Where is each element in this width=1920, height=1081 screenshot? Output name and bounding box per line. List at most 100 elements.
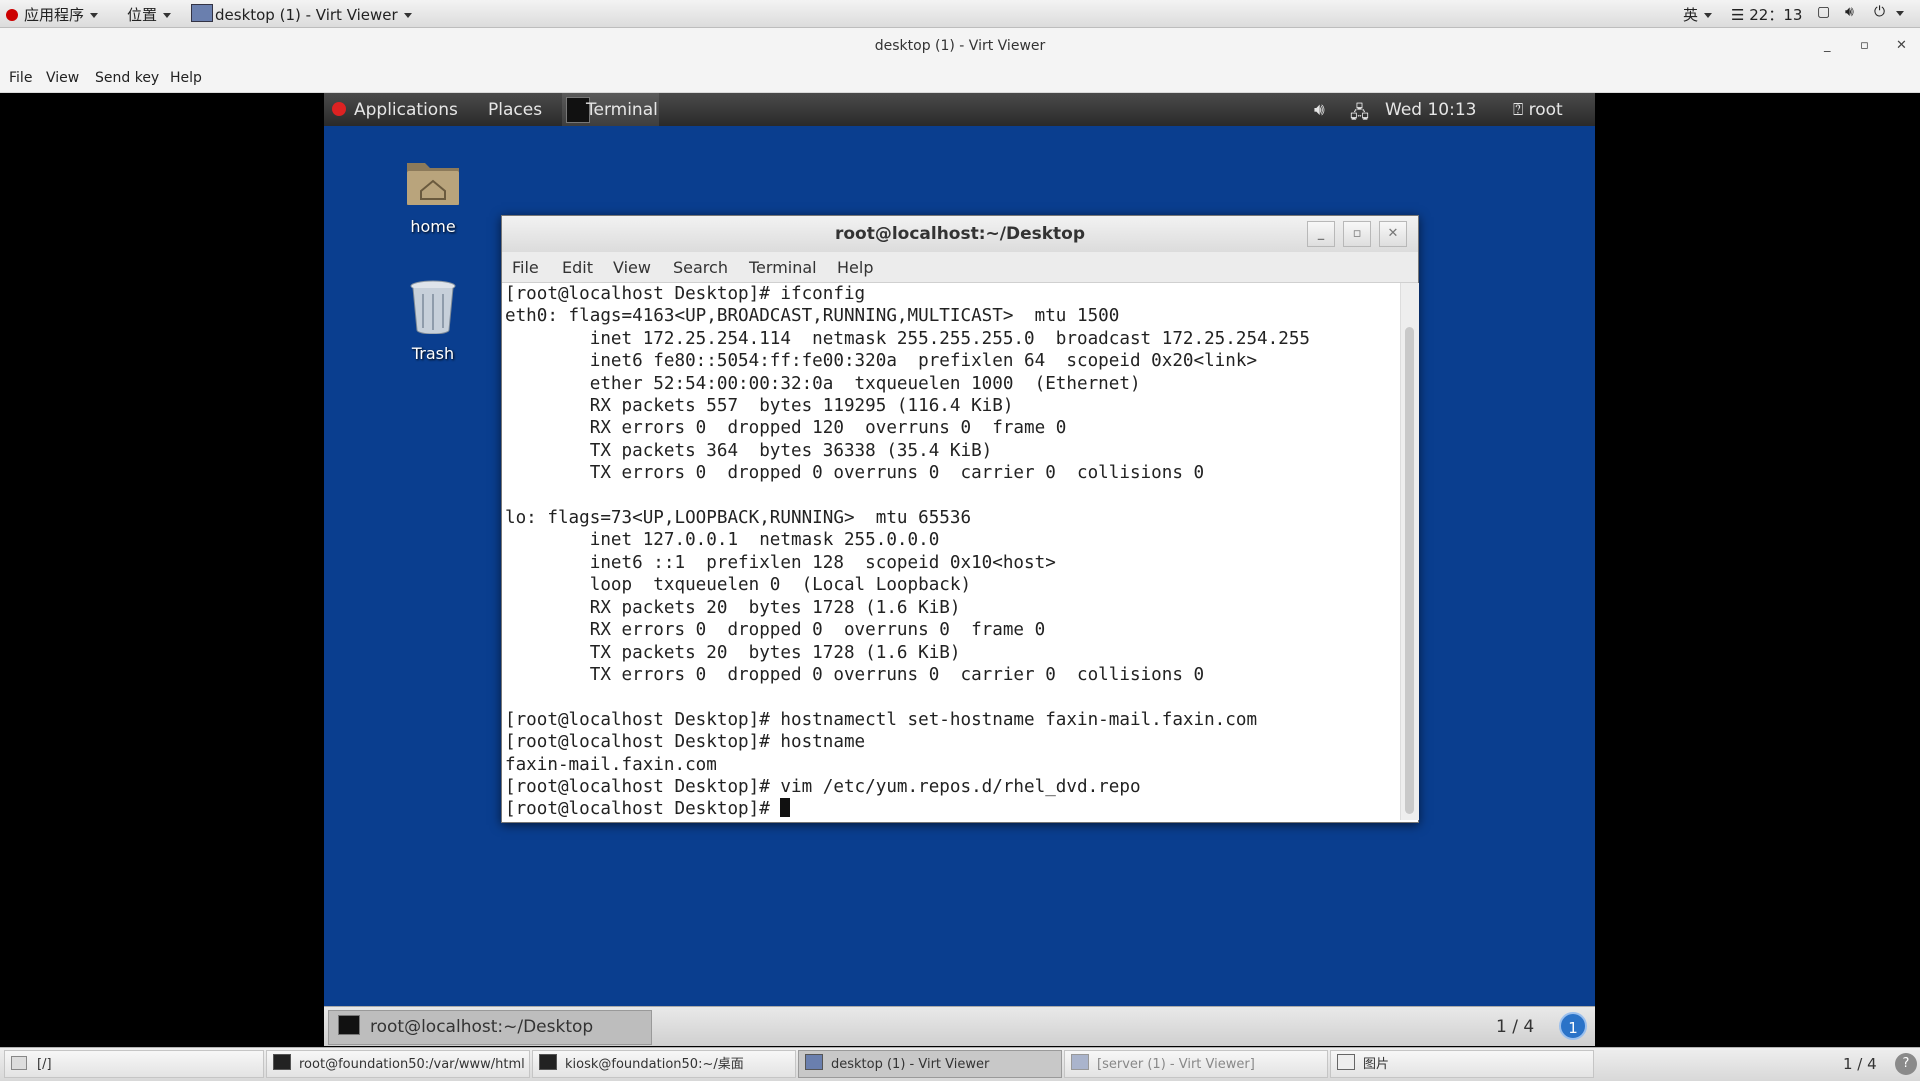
guest-window-list-item[interactable]: root@localhost:~/Desktop — [328, 1010, 652, 1045]
host-clock[interactable]: ☰ 22：13 — [1731, 4, 1802, 25]
terminal-line: ether 52:54:00:00:32:0a txqueuelen 1000 … — [589, 373, 1141, 394]
terminal-line: [root@localhost Desktop]# hostname — [505, 732, 866, 753]
user-icon: ⍰ — [1513, 100, 1524, 120]
viewer-title: desktop (1) - Virt Viewer — [874, 38, 1046, 54]
guest-workspace-pager[interactable]: 1 / 4 — [1496, 1017, 1534, 1037]
desktop-icon-trash[interactable]: Trash — [383, 280, 483, 363]
power-icon[interactable]: ⏻ — [1874, 4, 1885, 20]
chevron-down-icon — [163, 13, 172, 18]
viewer-menu-file[interactable]: File — [9, 70, 32, 86]
window-menu[interactable]: desktop (1) - Virt Viewer — [191, 4, 412, 24]
terminal-line: inet 127.0.0.1 netmask 255.0.0.0 — [589, 530, 940, 551]
terminal-prompt: [root@localhost Desktop]# — [505, 799, 781, 820]
chevron-down-icon — [1704, 13, 1713, 18]
places-menu[interactable]: 位置 — [127, 4, 172, 25]
terminal-minimize-button[interactable]: _ — [1307, 221, 1335, 247]
power-menu-caret[interactable] — [1896, 4, 1904, 22]
home-folder-icon — [407, 163, 459, 205]
terminal-scrollbar[interactable] — [1400, 283, 1419, 820]
menu-lines-icon: ☰ — [1731, 6, 1745, 24]
apps-menu[interactable]: 应用程序 — [6, 4, 99, 25]
show-desktop-button[interactable]: [/] — [4, 1050, 264, 1078]
desktop-icon — [11, 1056, 27, 1070]
terminal-title-bar[interactable]: root@localhost:~/Desktop _ ▫ ✕ — [502, 216, 1418, 252]
maximize-button[interactable]: ▫ — [1860, 28, 1869, 64]
terminal-text: [root@localhost Desktop]# ifconfig eth0:… — [502, 283, 1400, 820]
guest-applications-menu[interactable]: Applications — [332, 100, 458, 120]
terminal-line: TX packets 364 bytes 36338 (35.4 KiB) — [589, 440, 993, 461]
terminal-menu-edit[interactable]: Edit — [562, 258, 593, 277]
terminal-window[interactable]: root@localhost:~/Desktop _ ▫ ✕ File Edit… — [501, 215, 1419, 823]
close-button[interactable]: ✕ — [1896, 28, 1907, 64]
terminal-line: [root@localhost Desktop]# ifconfig — [505, 284, 866, 304]
terminal-line: inet 172.25.254.114 netmask 255.255.255.… — [589, 328, 1311, 349]
viewer-menubar: File View Send key Help — [0, 64, 1920, 93]
taskbar-item-pictures[interactable]: 图片 — [1330, 1050, 1594, 1078]
terminal-line: eth0: flags=4163<UP,BROADCAST,RUNNING,MU… — [505, 306, 1120, 327]
guest-bottom-panel: root@localhost:~/Desktop 1 / 4 1 — [324, 1006, 1595, 1046]
terminal-line: inet6 fe80::5054:ff:fe00:320a prefixlen … — [589, 351, 1258, 372]
host-top-panel: 应用程序 位置 desktop (1) - Virt Viewer 英 ☰ 22… — [0, 0, 1920, 28]
minimize-button[interactable]: _ — [1824, 28, 1831, 64]
virt-viewer-icon — [1071, 1054, 1089, 1070]
terminal-line: faxin-mail.faxin.com — [505, 754, 717, 775]
virt-viewer-icon — [191, 4, 213, 22]
terminal-menu-terminal[interactable]: Terminal — [749, 258, 817, 277]
window-list-icon[interactable]: ▢ — [1817, 4, 1830, 20]
terminal-line: TX errors 0 dropped 0 overruns 0 carrier… — [589, 463, 1205, 484]
terminal-icon — [539, 1054, 557, 1070]
terminal-title: root@localhost:~/Desktop — [834, 224, 1086, 244]
terminal-line: TX packets 20 bytes 1728 (1.6 KiB) — [589, 642, 961, 663]
viewer-title-bar: desktop (1) - Virt Viewer _ ▫ ✕ — [0, 28, 1920, 64]
terminal-line: inet6 ::1 prefixlen 128 scopeid 0x10<hos… — [589, 552, 1056, 573]
guest-places-menu[interactable]: Places — [488, 100, 542, 120]
terminal-line: lo: flags=73<UP,LOOPBACK,RUNNING> mtu 65… — [505, 508, 972, 529]
desktop-icon-label: Trash — [411, 344, 455, 363]
volume-icon[interactable]: 🔊︎ — [1845, 4, 1854, 20]
redhat-icon — [6, 9, 18, 21]
host-workspace-pager[interactable]: 1 / 4 — [1843, 1055, 1877, 1073]
taskbar-item-desktop-viewer[interactable]: desktop (1) - Virt Viewer — [798, 1050, 1062, 1078]
terminal-maximize-button[interactable]: ▫ — [1343, 221, 1371, 247]
guest-top-panel: Applications Places Terminal 🔊︎ 🖧 Wed 10… — [324, 93, 1595, 126]
notification-badge[interactable]: 1 — [1559, 1012, 1587, 1040]
guest-terminal-taskitem[interactable]: Terminal — [562, 93, 659, 126]
terminal-lines: [root@localhost Desktop]# ifconfig eth0:… — [505, 284, 1310, 797]
terminal-line: RX errors 0 dropped 0 overruns 0 frame 0 — [589, 620, 1046, 641]
user-menu[interactable]: ⍰ root — [1513, 100, 1563, 120]
terminal-menu-search[interactable]: Search — [673, 258, 728, 277]
terminal-close-button[interactable]: ✕ — [1379, 221, 1407, 247]
terminal-line: RX packets 20 bytes 1728 (1.6 KiB) — [589, 597, 961, 618]
taskbar-item-terminal-kiosk[interactable]: kiosk@foundation50:~/桌面 — [532, 1050, 796, 1078]
help-icon[interactable]: ? — [1895, 1053, 1917, 1075]
chevron-down-icon — [90, 13, 99, 18]
scrollbar-thumb[interactable] — [1405, 327, 1414, 814]
image-viewer-icon — [1337, 1054, 1355, 1070]
speaker-icon[interactable]: 🔊︎ — [1314, 100, 1325, 120]
terminal-line: loop txqueuelen 0 (Local Loopback) — [589, 575, 972, 596]
terminal-line: TX errors 0 dropped 0 overruns 0 carrier… — [589, 664, 1205, 685]
guest-clock[interactable]: Wed 10:13 — [1385, 100, 1476, 120]
guest-display[interactable]: Applications Places Terminal 🔊︎ 🖧 Wed 10… — [324, 93, 1595, 1046]
virt-viewer-icon — [805, 1054, 823, 1070]
terminal-icon — [273, 1054, 291, 1070]
taskbar-item-terminal-foundation[interactable]: root@foundation50:/var/www/html — [266, 1050, 530, 1078]
network-icon[interactable]: 🖧 — [1350, 100, 1369, 129]
chevron-down-icon — [1896, 11, 1904, 16]
input-method-indicator[interactable]: 英 — [1683, 4, 1713, 25]
viewer-menu-view[interactable]: View — [46, 70, 79, 86]
terminal-menu-view[interactable]: View — [613, 258, 651, 277]
terminal-icon — [338, 1015, 360, 1035]
desktop-icon-home[interactable]: home — [383, 155, 483, 236]
text-cursor — [780, 798, 791, 818]
terminal-output[interactable]: [root@localhost Desktop]# ifconfig eth0:… — [502, 283, 1400, 820]
host-taskbar: [/] root@foundation50:/var/www/html kios… — [0, 1047, 1920, 1081]
viewer-menu-send-key[interactable]: Send key — [95, 70, 159, 86]
taskbar-item-server-viewer[interactable]: [server (1) - Virt Viewer] — [1064, 1050, 1328, 1078]
terminal-line: RX packets 557 bytes 119295 (116.4 KiB) — [589, 396, 1014, 417]
terminal-line: RX errors 0 dropped 120 overruns 0 frame… — [589, 418, 1067, 439]
terminal-menu-file[interactable]: File — [512, 258, 539, 277]
terminal-line: [root@localhost Desktop]# hostnamectl se… — [505, 709, 1258, 730]
terminal-menu-help[interactable]: Help — [837, 258, 873, 277]
viewer-menu-help[interactable]: Help — [170, 70, 202, 86]
